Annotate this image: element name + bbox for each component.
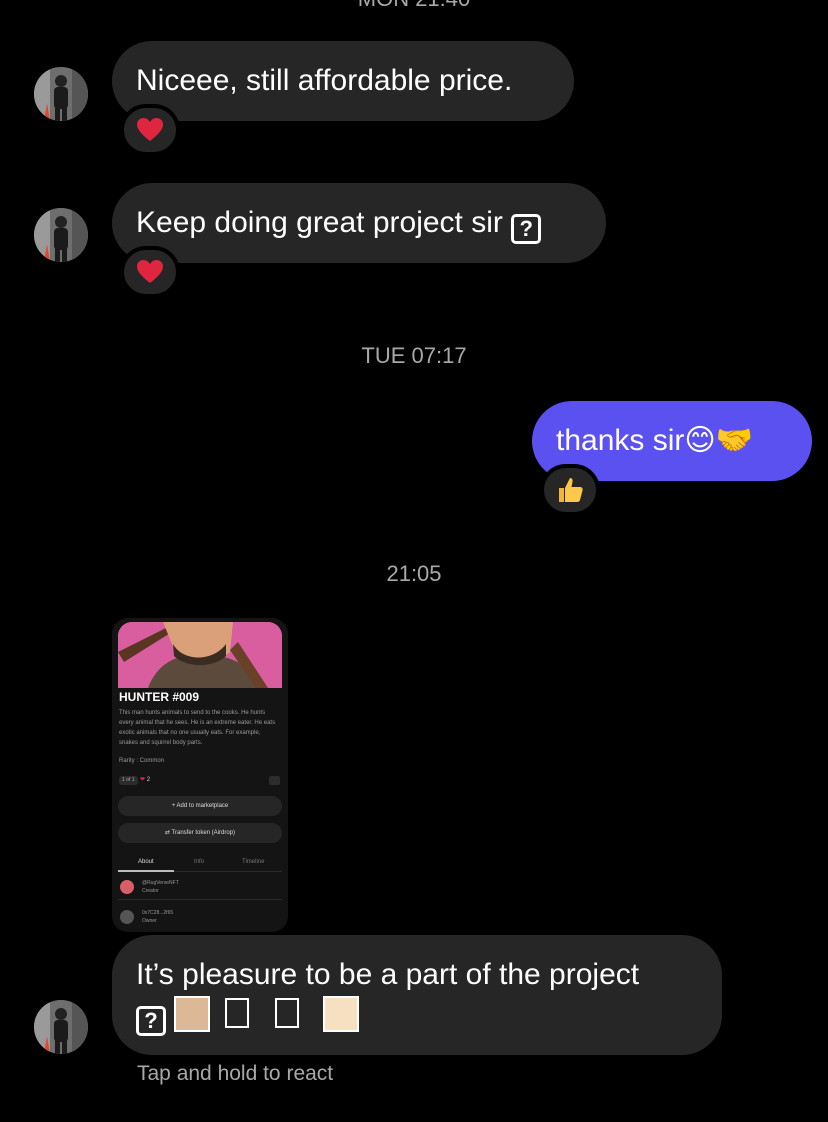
sender-avatar[interactable] xyxy=(34,67,88,121)
nft-rarity: Rarity : Common xyxy=(119,758,165,764)
missing-glyph-icon xyxy=(275,998,300,1028)
likes-value: 2 xyxy=(146,777,151,783)
timestamp-tuesday: TUE 07:17 xyxy=(361,343,467,368)
transfer-token-button: ⇄ Transfer token (Airdrop) xyxy=(118,823,282,843)
creator-row: @RugVerseNFT Creator xyxy=(118,878,282,900)
active-tab-indicator xyxy=(118,870,174,872)
avatar-photo-icon xyxy=(34,67,88,121)
smile-and-handshake-emoji: 😊🤝 xyxy=(684,424,754,457)
message-text: thanks sir xyxy=(556,424,685,457)
creator-name: @RugVerseNFT xyxy=(142,880,179,886)
skin-tone-swatch-icon xyxy=(323,996,360,1032)
message-text: Keep doing great project sir xyxy=(136,206,503,239)
skin-tone-swatch-icon xyxy=(174,996,211,1032)
nft-tabs: About Info Timeline xyxy=(118,856,282,872)
nft-description: This man hunts animals to send to the co… xyxy=(119,710,276,746)
hunter-artwork-icon xyxy=(118,622,282,688)
heart-reaction-badge[interactable] xyxy=(120,246,180,298)
tab-info: Info xyxy=(194,859,205,865)
unknown-glyph-icon: ? xyxy=(136,1006,166,1036)
incoming-message-bubble[interactable]: Keep doing great project sir ? xyxy=(112,183,606,263)
heart-icon xyxy=(137,118,163,141)
missing-glyph-icon xyxy=(224,998,249,1028)
message-text: Niceee, still affordable price. xyxy=(136,64,513,97)
thumbs-up-icon xyxy=(559,478,583,502)
incoming-message-bubble[interactable]: Niceee, still affordable price. xyxy=(112,41,574,121)
timestamp-monday: MON 21:40 xyxy=(0,0,828,12)
heart-reaction-badge[interactable] xyxy=(120,104,180,156)
tab-about: About xyxy=(138,859,154,865)
avatar-photo-icon xyxy=(34,208,88,262)
avatar-photo-icon xyxy=(34,1000,88,1054)
heart-icon xyxy=(137,260,163,283)
sender-avatar[interactable] xyxy=(34,208,88,262)
emoji-row: ? xyxy=(136,995,698,1036)
heart-icon: ❤ xyxy=(140,777,146,783)
owner-row: 0x7C28...2f65 Owner xyxy=(118,908,282,930)
tap-hold-hint: Tap and hold to react xyxy=(137,1062,334,1085)
tab-timeline: Timeline xyxy=(242,859,265,865)
creator-role: Creator xyxy=(142,888,159,894)
creator-avatar xyxy=(120,880,134,894)
message-text: It’s pleasure to be a part of the projec… xyxy=(136,958,640,991)
add-to-marketplace-button: + Add to marketplace xyxy=(118,796,282,816)
unknown-glyph-icon: ? xyxy=(511,214,542,244)
owner-role: Owner xyxy=(142,918,157,924)
incoming-message-bubble[interactable]: It’s pleasure to be a part of the projec… xyxy=(112,935,722,1055)
nft-title: HUNTER #009 xyxy=(119,690,200,704)
timestamp-evening: 21:05 xyxy=(386,561,442,586)
shared-image-nft-card[interactable]: HUNTER #009 This man hunts animals to se… xyxy=(112,618,288,932)
nft-artwork-image xyxy=(118,622,282,688)
sender-avatar[interactable] xyxy=(34,1000,88,1054)
edition-chip: 1 of 1 xyxy=(119,776,138,785)
flag-icon xyxy=(269,776,280,785)
owner-avatar-icon xyxy=(120,910,134,924)
owner-name: 0x7C28...2f65 xyxy=(142,910,174,916)
thumbs-up-reaction-badge[interactable] xyxy=(540,464,600,516)
likes-count: ❤ 2 xyxy=(140,776,150,785)
